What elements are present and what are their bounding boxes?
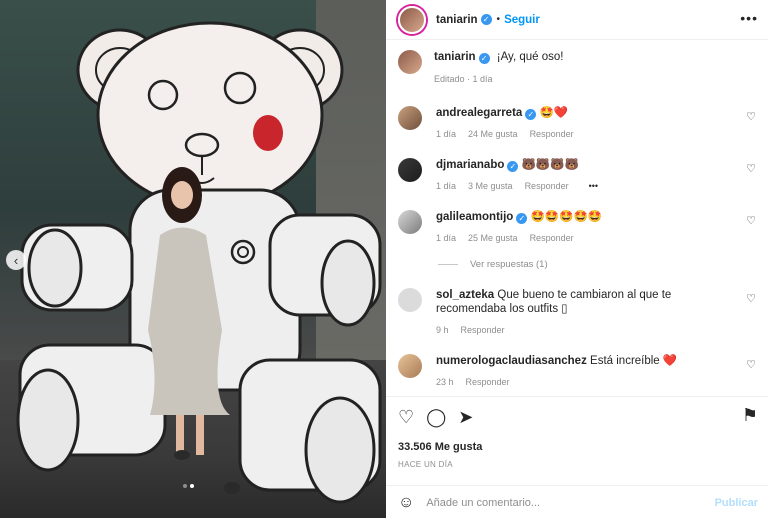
avatar[interactable] <box>398 106 422 130</box>
emoji-icon[interactable]: ☺ <box>398 494 414 512</box>
reply-button[interactable]: Responder <box>530 233 574 243</box>
comment-username[interactable]: sol_azteka <box>436 289 494 301</box>
comment-time: 23 h <box>436 377 454 387</box>
verified-icon: ✓ <box>525 109 537 120</box>
comment-text: Está increíble ❤️ <box>590 355 678 367</box>
avatar[interactable] <box>398 5 426 34</box>
avatar[interactable] <box>398 354 422 378</box>
comment-item: numerologaclaudiasanchez Está increíble … <box>398 354 762 387</box>
reply-button[interactable]: Responder <box>461 325 505 335</box>
caption-text: ¡Ay, qué oso! <box>496 51 564 63</box>
edited-label: Editado <box>434 74 465 84</box>
comment-likes[interactable]: 3 Me gusta <box>468 181 513 191</box>
carousel-indicator <box>183 484 194 488</box>
bookmark-icon[interactable]: ⚑ <box>742 405 758 426</box>
author-username[interactable]: taniarin <box>436 14 478 26</box>
comment-icon[interactable]: ◯ <box>426 407 446 428</box>
post-side-panel: taniarin ✓ • Seguir ••• taniarin ✓ ¡Ay, q… <box>386 0 768 518</box>
comment-item: andrealegarreta ✓ 🤩❤️ 1 día 24 Me gusta R… <box>398 106 762 139</box>
comment-username[interactable]: numerologaclaudiasanchez <box>436 355 587 367</box>
avatar[interactable] <box>398 50 422 74</box>
replies-line <box>438 264 458 265</box>
carousel-dot-active <box>190 484 194 488</box>
post-timestamp: HACE UN DÍA <box>398 460 453 469</box>
like-comment-icon[interactable]: ♡ <box>746 162 756 175</box>
verified-icon: ✓ <box>478 53 490 64</box>
verified-icon: ✓ <box>516 213 528 224</box>
comment-time: 1 día <box>436 181 457 191</box>
reply-button[interactable]: Responder <box>525 181 569 191</box>
view-replies-label: Ver respuestas (1) <box>470 259 548 270</box>
comment-likes[interactable]: 25 Me gusta <box>468 233 518 243</box>
comment-time: 9 h <box>436 325 449 335</box>
publish-button[interactable]: Publicar <box>715 497 758 509</box>
like-comment-icon[interactable]: ♡ <box>746 214 756 227</box>
comment-username[interactable]: djmarianabo <box>436 159 504 171</box>
caption-meta: Editado · 1 día <box>434 74 493 84</box>
comment-time: 1 día <box>436 233 457 243</box>
caption-time: 1 día <box>472 74 493 84</box>
teddy-bear-sculpture <box>16 21 382 504</box>
post-photo[interactable]: ‹ <box>0 0 386 518</box>
avatar[interactable] <box>398 210 422 234</box>
post-actions: ♡ ◯ ➤ ⚑ 33.506 Me gusta HACE UN DÍA ☺ Pu… <box>386 396 768 518</box>
separator: • <box>496 14 501 25</box>
post-caption: taniarin ✓ ¡Ay, qué oso! Editado · 1 día <box>398 50 563 84</box>
comment-options-button[interactable]: ••• <box>589 181 598 191</box>
comment-input[interactable] <box>426 496 687 509</box>
comment-item: sol_azteka Que bueno te cambiaron al que… <box>398 288 762 335</box>
like-comment-icon[interactable]: ♡ <box>746 292 756 305</box>
more-horizontal-icon[interactable]: ••• <box>740 10 758 26</box>
like-comment-icon[interactable]: ♡ <box>746 358 756 371</box>
comment-item: djmarianabo ✓ 🐻🐻🐻🐻 1 día 3 Me gusta Respo… <box>398 158 762 191</box>
comment-text: 🤩❤️ <box>539 107 569 119</box>
reply-button[interactable]: Responder <box>466 377 510 387</box>
caption-username[interactable]: taniarin <box>434 51 476 63</box>
caption-text-row: taniarin ✓ ¡Ay, qué oso! <box>434 50 563 64</box>
carousel-dot <box>183 484 187 488</box>
add-comment-bar: ☺ Publicar <box>386 485 768 518</box>
reply-button[interactable]: Responder <box>530 129 574 139</box>
avatar[interactable] <box>398 158 422 182</box>
comment-text: 🤩🤩🤩🤩🤩 <box>530 211 603 223</box>
verified-icon: ✓ <box>507 161 519 172</box>
follow-button[interactable]: Seguir <box>504 14 540 26</box>
post-header: taniarin ✓ • Seguir ••• <box>386 0 768 40</box>
share-icon[interactable]: ➤ <box>458 407 473 428</box>
comment-username[interactable]: andrealegarreta <box>436 107 522 119</box>
comment-item: galileamontijo ✓ 🤩🤩🤩🤩🤩 1 día 25 Me gusta … <box>398 210 762 243</box>
like-count[interactable]: 33.506 Me gusta <box>398 441 482 453</box>
default-avatar-icon[interactable] <box>398 288 422 312</box>
action-icons: ♡ ◯ ➤ <box>398 407 473 428</box>
previous-photo-button[interactable]: ‹ <box>6 250 26 270</box>
verified-icon: ✓ <box>480 14 492 25</box>
comment-username[interactable]: galileamontijo <box>436 211 513 223</box>
chevron-left-icon: ‹ <box>13 252 19 268</box>
comment-time: 1 día <box>436 129 457 139</box>
comment-text: 🐻🐻🐻🐻 <box>521 159 579 171</box>
view-replies-button[interactable]: Ver respuestas (1) <box>438 259 548 270</box>
like-comment-icon[interactable]: ♡ <box>746 110 756 123</box>
heart-icon[interactable]: ♡ <box>398 407 414 428</box>
comment-likes[interactable]: 24 Me gusta <box>468 129 518 139</box>
